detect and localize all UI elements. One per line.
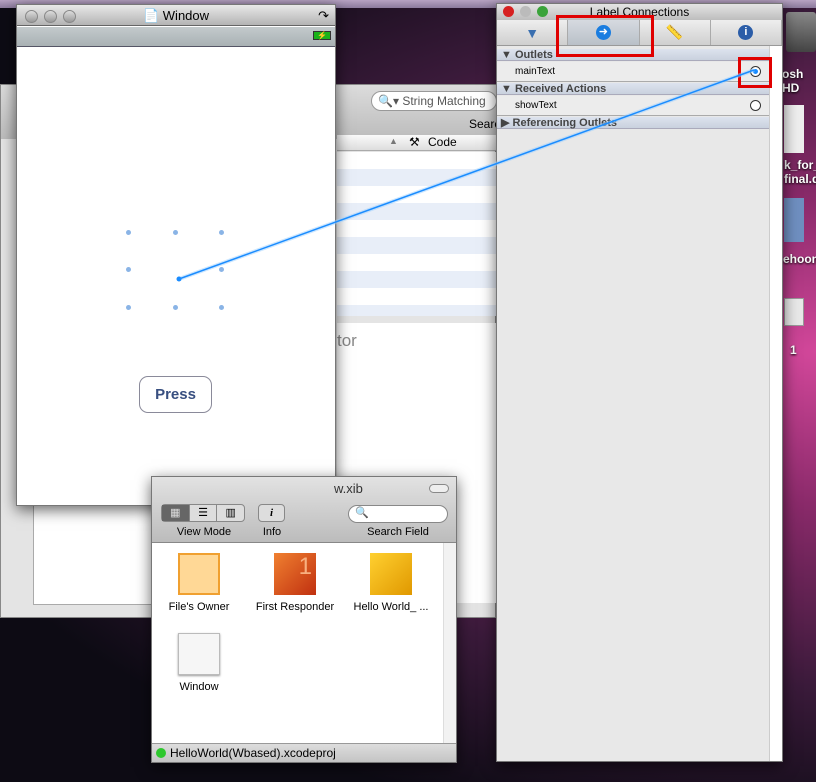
connection-start-point [176,276,182,282]
connection-line [176,68,755,282]
connection-stroke [178,69,755,280]
